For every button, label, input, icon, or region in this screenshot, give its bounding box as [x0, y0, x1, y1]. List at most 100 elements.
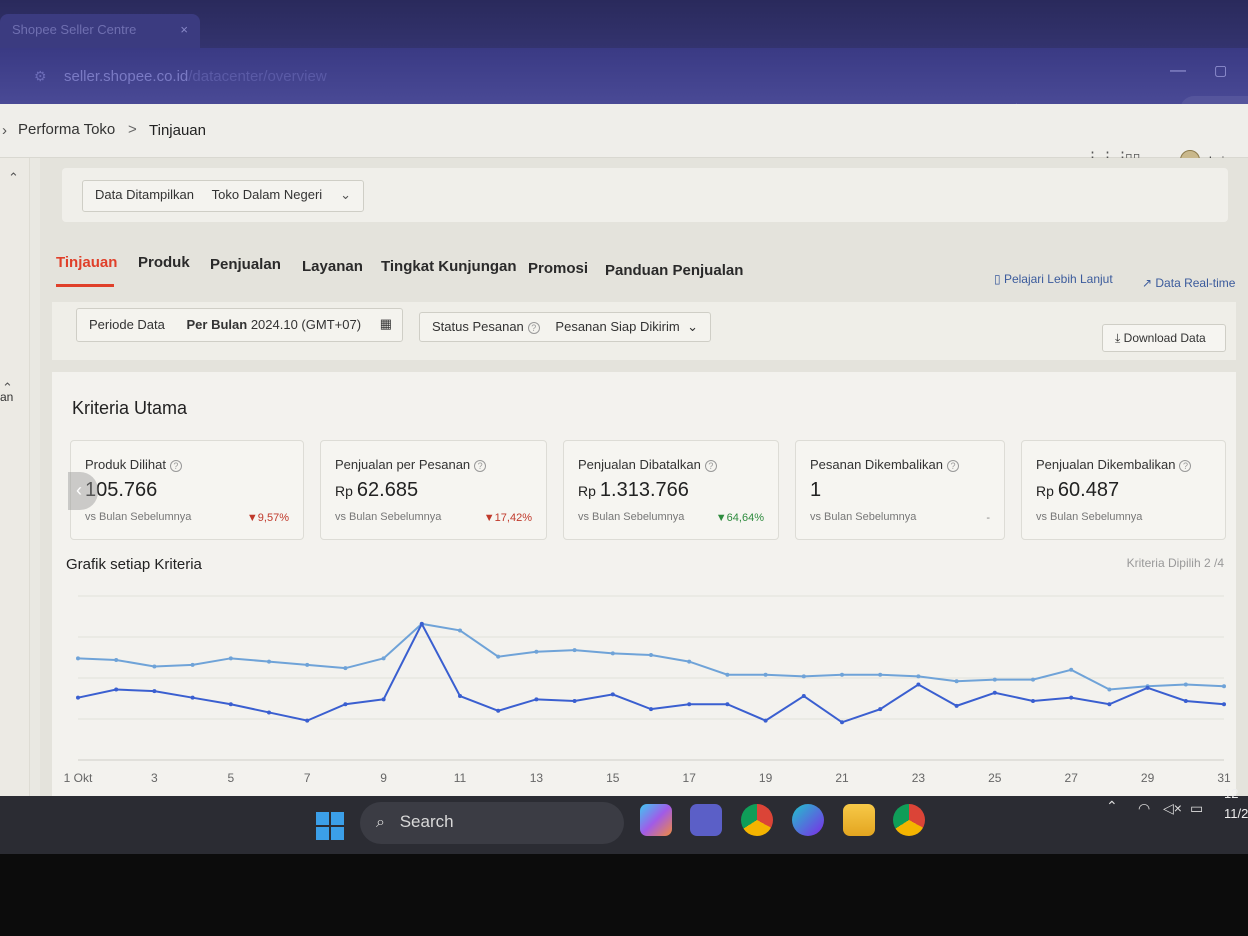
chrome-active-icon[interactable] — [893, 804, 925, 836]
metric-card[interactable]: Produk Dilihat? 105.766 vs Bulan Sebelum… — [70, 440, 304, 540]
chevron-down-icon: ⌄ — [687, 319, 698, 334]
data-point — [267, 710, 271, 715]
data-point — [763, 672, 768, 677]
data-point — [572, 698, 577, 703]
teams-icon[interactable] — [690, 804, 722, 836]
x-tick-label: 11 — [454, 771, 467, 785]
data-point — [114, 687, 119, 692]
data-point — [1107, 687, 1112, 692]
download-label: Download Data — [1123, 331, 1206, 345]
tray-overflow-icon[interactable]: ⌃ — [1106, 798, 1118, 815]
filter-strip: Data Ditampilkan Toko Dalam Negeri ⌄ — [62, 168, 1228, 222]
help-icon[interactable]: ? — [169, 459, 182, 472]
data-point — [267, 659, 271, 664]
collapse-chevron-icon[interactable]: ⌃ — [8, 170, 19, 186]
learn-more-link[interactable]: ▯ Pelajari Lebih Lanjut — [994, 272, 1113, 286]
help-icon[interactable]: ? — [704, 459, 717, 472]
data-point — [954, 703, 959, 708]
data-point — [496, 708, 501, 713]
data-point — [687, 702, 692, 707]
breadcrumb-parent[interactable]: Performa Toko — [18, 121, 115, 138]
seller-page: › Performa Toko > Tinjauan ⋮⋮⋮ ▯▯ kainon… — [0, 104, 1248, 800]
sidebar: ⌃ an ⌃ — [0, 158, 30, 800]
x-tick-label: 9 — [380, 771, 387, 785]
x-tick-label: 3 — [151, 771, 158, 785]
data-displayed-select[interactable]: Data Ditampilkan Toko Dalam Negeri ⌄ — [82, 180, 364, 212]
browser-tab[interactable]: Shopee Seller Centre × — [0, 14, 200, 48]
windows-start-icon[interactable] — [316, 812, 344, 840]
data-point — [305, 662, 310, 667]
taskbar-search[interactable]: ⌕ Search — [360, 802, 624, 844]
data-point — [152, 689, 157, 694]
data-point — [878, 707, 883, 712]
chevron-down-icon: ⌄ — [340, 187, 351, 202]
url-host: seller.shopee.co.id — [64, 68, 189, 85]
help-icon[interactable]: ? — [1179, 459, 1192, 472]
clock[interactable]: 12 11/2 — [1224, 784, 1248, 824]
help-icon[interactable]: ? — [946, 459, 959, 472]
metric-label: Pesanan Dikembalikan? — [810, 457, 959, 472]
x-tick-label: 7 — [304, 771, 311, 785]
metric-change: - — [986, 512, 990, 524]
data-point — [725, 702, 730, 707]
data-point — [1031, 698, 1035, 703]
metric-card[interactable]: Pesanan Dikembalikan? 1 vs Bulan Sebelum… — [795, 440, 1005, 540]
chrome-icon[interactable] — [741, 804, 773, 836]
data-point — [343, 702, 348, 707]
metric-card[interactable]: Penjualan Dibatalkan? Rp 1.313.766 vs Bul… — [563, 440, 779, 540]
download-data-button[interactable]: ⤓ Download Data — [1102, 324, 1226, 352]
data-point — [534, 649, 539, 654]
data-point — [992, 677, 997, 682]
data-point — [840, 720, 844, 725]
period-label: Periode Data — [89, 317, 165, 332]
tab-penjualan[interactable]: Penjualan — [210, 256, 281, 273]
data-point — [305, 718, 310, 723]
tab-promosi[interactable]: Promosi — [528, 260, 588, 277]
x-tick-label: 21 — [835, 771, 849, 785]
line-chart: 1 Okt 3 5 7 9 11 13 15 17 19 21 23 25 27 29 31 — [64, 595, 1231, 785]
tab-produk[interactable]: Produk — [138, 254, 190, 271]
volume-muted-icon[interactable]: ◁× — [1163, 800, 1182, 817]
collapse-chevron-icon[interactable]: ⌃ — [2, 380, 13, 396]
data-point — [649, 707, 653, 712]
data-point — [1107, 702, 1112, 707]
metric-card[interactable]: Penjualan per Pesanan? Rp 62.685 vs Bulan… — [320, 440, 547, 540]
x-tick-label: 15 — [606, 771, 620, 785]
data-point — [190, 695, 195, 700]
battery-icon[interactable]: ▭ — [1190, 800, 1203, 817]
period-picker[interactable]: Periode Data Per Bulan 2024.10 (GMT+07) … — [76, 308, 403, 342]
help-icon[interactable]: ? — [527, 321, 540, 334]
data-point — [763, 718, 768, 723]
tab-tingkat-kunjungan[interactable]: Tingkat Kunjungan — [381, 258, 517, 275]
calendar-icon: ▦ — [379, 316, 392, 331]
metric-card[interactable]: Penjualan Dikembalikan? Rp 60.487 vs Bula… — [1021, 440, 1226, 540]
metric-value: Rp 62.685 — [335, 479, 419, 501]
site-settings-icon[interactable]: ⚙ — [34, 68, 47, 85]
canva-icon[interactable] — [792, 804, 824, 836]
order-status-select[interactable]: Status Pesanan? Pesanan Siap Dikirim ⌄ — [419, 312, 711, 342]
maximize-icon[interactable]: ▢ — [1214, 62, 1227, 79]
copilot-icon[interactable] — [640, 804, 672, 836]
data-point — [228, 702, 233, 707]
data-point — [1183, 682, 1188, 687]
status-value: Pesanan Siap Dikirim — [555, 319, 680, 334]
tab-panduan-penjualan[interactable]: Panduan Penjualan — [605, 262, 743, 279]
wifi-icon[interactable]: ◠ — [1138, 800, 1150, 817]
data-point — [228, 656, 233, 661]
x-tick-label: 25 — [988, 771, 1002, 785]
tab-tinjauan[interactable]: Tinjauan — [56, 254, 117, 271]
realtime-link[interactable]: ↗ Data Real-time — [1142, 276, 1235, 290]
minimize-icon[interactable]: — — [1170, 62, 1186, 80]
period-type: Per Bulan — [186, 317, 248, 332]
file-explorer-icon[interactable] — [843, 804, 875, 836]
data-point — [1069, 667, 1074, 672]
close-tab-icon[interactable]: × — [180, 22, 188, 37]
period-status-bar: Periode Data Per Bulan 2024.10 (GMT+07) … — [52, 302, 1236, 360]
x-tick-label: 1 Okt — [64, 771, 93, 785]
help-icon[interactable]: ? — [474, 459, 487, 472]
url-path: /datacenter/overview — [188, 68, 327, 85]
tab-layanan[interactable]: Layanan — [302, 258, 363, 275]
download-icon: ⤓ — [1115, 331, 1121, 345]
url-field[interactable]: seller.shopee.co.id/datacenter/overview — [64, 68, 327, 85]
data-point — [687, 659, 692, 664]
